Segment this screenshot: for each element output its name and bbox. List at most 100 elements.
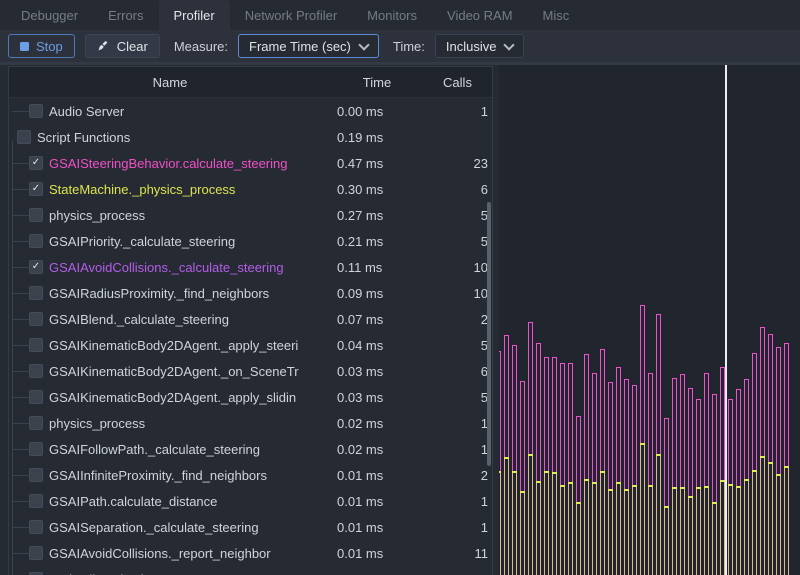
row-checkbox[interactable] [29,416,43,430]
row-checkbox[interactable] [29,312,43,326]
frame-baseline-line [612,490,613,575]
row-checkbox[interactable] [29,286,43,300]
tree-guide-stub [12,475,29,476]
table-row[interactable]: GSAIAvoidCollisions._report_neighbor0.01… [9,540,492,566]
row-checkbox[interactable] [29,520,43,534]
row-checkbox[interactable] [29,390,43,404]
frame-baseline-line [784,467,785,575]
table-row[interactable]: physics_process0.27 ms5 [9,202,492,228]
stop-square-icon [20,42,29,51]
row-checkbox[interactable] [29,546,43,560]
frame-yellow-tick [536,481,541,483]
row-function-name: GSAIBlend._calculate_steering [49,312,229,327]
row-checkbox[interactable] [29,494,43,508]
row-checkbox[interactable] [29,208,43,222]
frame-baseline-line [712,503,713,575]
tab-debugger[interactable]: Debugger [6,0,93,30]
table-row[interactable]: GSAIKinematicBody2DAgent._apply_steeri0.… [9,332,492,358]
row-checkbox-checked[interactable]: ✓ [29,156,43,170]
frame-baseline-line [572,483,573,575]
table-row[interactable]: Script Functions0.19 ms [9,124,492,150]
frame-baseline-line [716,503,717,575]
frame-yellow-tick [776,474,781,476]
frame-yellow-tick [616,482,621,484]
stop-button[interactable]: Stop [8,34,75,58]
frame-time-bar [648,373,653,486]
measure-dropdown[interactable]: Frame Time (sec) [238,34,379,58]
column-header-time[interactable]: Time [331,75,423,90]
row-checkbox[interactable] [29,338,43,352]
tab-errors[interactable]: Errors [93,0,158,30]
frame-baseline-line [768,463,769,575]
frame-baseline-line [548,472,549,575]
tree-guide-stub [12,527,29,528]
row-checkbox[interactable] [29,364,43,378]
frame-baseline-line [620,483,621,575]
row-function-name: GSAIInfiniteProximity._find_neighbors [49,468,267,483]
table-row[interactable]: physics_process0.02 ms1 [9,410,492,436]
frame-baseline-line [776,475,777,575]
frame-baseline-line [648,486,649,575]
row-function-name: GSAIAvoidCollisions._calculate_steering [49,260,284,275]
frame-baseline-line [516,472,517,575]
tree-guide-stub [12,397,29,398]
row-checkbox[interactable] [29,468,43,482]
tab-monitors[interactable]: Monitors [352,0,432,30]
frame-time-bar [696,399,701,488]
table-scrollbar-thumb[interactable] [487,202,491,466]
tab-network-profiler[interactable]: Network Profiler [230,0,352,30]
row-checkbox[interactable] [17,130,31,144]
row-calls-value: 10 [474,286,488,301]
table-row[interactable]: GSAIKinematicBody2DAgent._on_SceneTr0.03… [9,358,492,384]
profiler-graph[interactable] [499,65,800,575]
table-row[interactable]: Audio Server0.00 ms1 [9,98,492,124]
frame-baseline-line [584,480,585,575]
row-time-value: 0.09 ms [337,286,383,301]
tab-video-ram[interactable]: Video RAM [432,0,528,30]
table-row[interactable]: ✓GSAISteeringBehavior.calculate_steering… [9,150,492,176]
clear-button[interactable]: Clear [85,34,160,58]
row-checkbox-checked[interactable]: ✓ [29,182,43,196]
frame-yellow-tick [560,485,565,487]
measure-label: Measure: [174,39,228,54]
row-calls-value: 11 [475,546,489,561]
frame-yellow-tick [720,480,725,482]
table-row[interactable]: ✓ GSAIAvoidCollisions._calculate_steering… [9,254,492,280]
frame-time-bar [784,343,789,467]
tab-misc[interactable]: Misc [528,0,585,30]
table-row[interactable]: GSAISeparation._calculate_steering0.01 m… [9,514,492,540]
time-dropdown[interactable]: Inclusive [435,34,525,58]
frame-time-bar [536,343,541,482]
frame-time-bar [576,416,581,503]
table-row[interactable]: GSAIPath.calculate_distance0.01 ms1 [9,488,492,514]
frame-time-bar [499,351,501,472]
frame-time-bar [728,399,733,485]
frame-time-bar [712,394,717,503]
column-header-calls[interactable]: Calls [423,75,492,90]
row-function-name: GSAIRadiusProximity._find_neighbors [49,286,269,301]
table-row[interactable]: GSAIInfiniteProximity._find_neighbors0.0… [9,462,492,488]
table-row[interactable]: GSAIRadiusProximity._find_neighbors 0.09 … [9,280,492,306]
table-row[interactable]: GSAIBlend._calculate_steering0.07 ms2 [9,306,492,332]
frame-baseline-line [544,472,545,575]
frame-yellow-tick [568,482,573,484]
frame-yellow-tick [584,479,589,481]
row-checkbox[interactable] [29,442,43,456]
table-row[interactable]: GSAIFollowPath._calculate_steering0.02 m… [9,436,492,462]
frame-yellow-tick [712,502,717,504]
row-checkbox[interactable] [29,104,43,118]
row-function-name: Audio Server [49,104,124,119]
frame-time-bar [592,373,597,483]
row-checkbox-checked[interactable]: ✓ [29,260,43,274]
table-row[interactable]: GSAIPriority._calculate_steering0.21 ms5 [9,228,492,254]
row-time-value: 0.21 ms [337,234,383,249]
tab-profiler[interactable]: Profiler [159,0,230,30]
row-time-value: 0.27 ms [337,208,383,223]
frame-baseline-line [524,492,525,575]
table-row[interactable]: GSAIKinematicBody2DAgent._apply_slidin0.… [9,384,492,410]
column-header-name[interactable]: Name [9,75,331,90]
table-row[interactable]: Projectile._physics_process0.01 ms2 [9,566,492,575]
row-time-value: 0.11 ms [337,260,382,275]
table-row[interactable]: ✓StateMachine._physics_process0.30 ms6 [9,176,492,202]
row-checkbox[interactable] [29,234,43,248]
